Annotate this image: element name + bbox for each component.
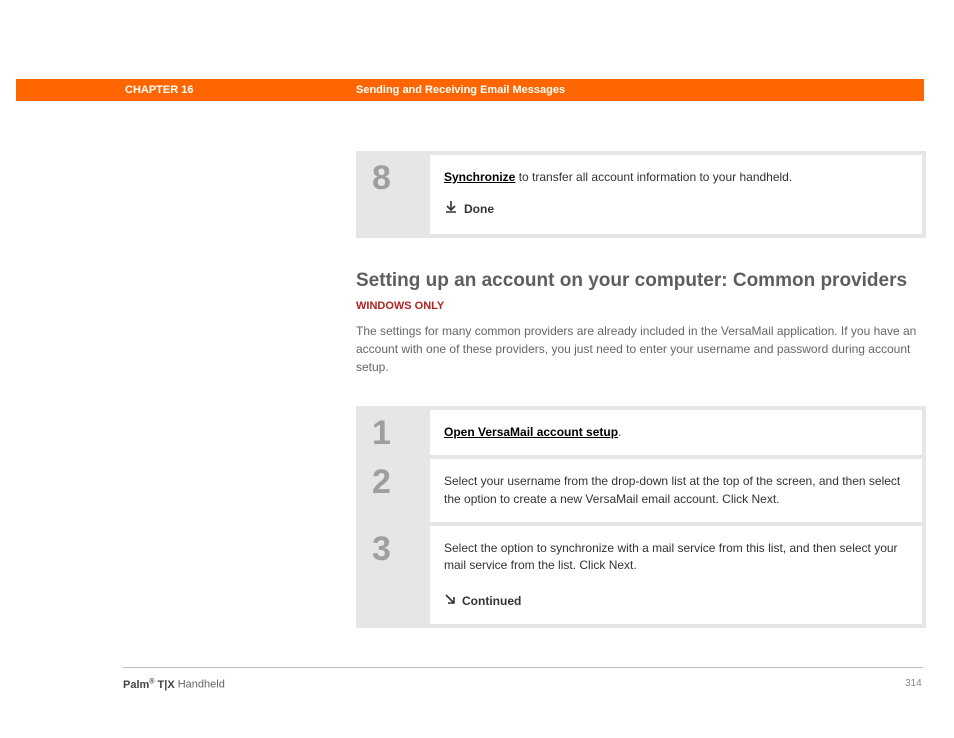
content-area: 8 Synchronize to transfer all account in…	[356, 101, 926, 628]
footer-product-name: Palm® T|X Handheld	[123, 678, 225, 691]
done-row: Done	[444, 200, 906, 219]
footer-model: T|X	[154, 679, 174, 691]
step-3-block: 3 Select the option to synchronize with …	[360, 526, 922, 624]
step-number-column: 3	[360, 526, 430, 624]
chapter-label: CHAPTER 16	[125, 84, 193, 96]
step-3-text: Select the option to synchronize with a …	[444, 541, 898, 572]
footer-divider	[123, 667, 923, 668]
step-8-block: 8 Synchronize to transfer all account in…	[356, 151, 926, 238]
step-2-block: 2 Select your username from the drop-dow…	[360, 459, 922, 526]
synchronize-link[interactable]: Synchronize	[444, 170, 515, 184]
step-1-block: 1 Open VersaMail account setup.	[360, 410, 922, 459]
steps-container: 1 Open VersaMail account setup. 2 Select…	[356, 406, 926, 628]
step-number: 3	[372, 532, 430, 566]
section-heading: Setting up an account on your computer: …	[356, 270, 926, 292]
continued-row: Continued	[444, 593, 904, 610]
page-number: 314	[905, 678, 922, 689]
step-number-column: 8	[360, 155, 430, 234]
step-2-text: Select your username from the drop-down …	[444, 474, 900, 505]
open-versamail-link[interactable]: Open VersaMail account setup	[444, 425, 618, 439]
chapter-title: Sending and Receiving Email Messages	[356, 84, 565, 96]
section-paragraph: The settings for many common providers a…	[356, 322, 926, 376]
step-number: 8	[372, 161, 430, 195]
chapter-header-bar: CHAPTER 16 Sending and Receiving Email M…	[16, 79, 924, 101]
step-number: 2	[372, 465, 430, 499]
continued-label: Continued	[462, 593, 521, 610]
step-body: Open VersaMail account setup.	[430, 410, 922, 455]
step-8-text: to transfer all account information to y…	[515, 170, 792, 184]
footer-brand: Palm	[123, 679, 149, 691]
done-arrow-icon	[444, 200, 464, 219]
step-number-column: 2	[360, 459, 430, 522]
windows-only-label: WINDOWS ONLY	[356, 300, 926, 312]
done-label: Done	[464, 201, 494, 218]
step-body: Select the option to synchronize with a …	[430, 526, 922, 624]
footer-tail: Handheld	[175, 679, 225, 691]
step-number: 1	[372, 416, 430, 450]
step-body: Select your username from the drop-down …	[430, 459, 922, 522]
continued-arrow-icon	[444, 593, 462, 610]
step-body: Synchronize to transfer all account info…	[430, 155, 922, 234]
step-number-column: 1	[360, 410, 430, 455]
step-1-suffix: .	[618, 425, 621, 439]
